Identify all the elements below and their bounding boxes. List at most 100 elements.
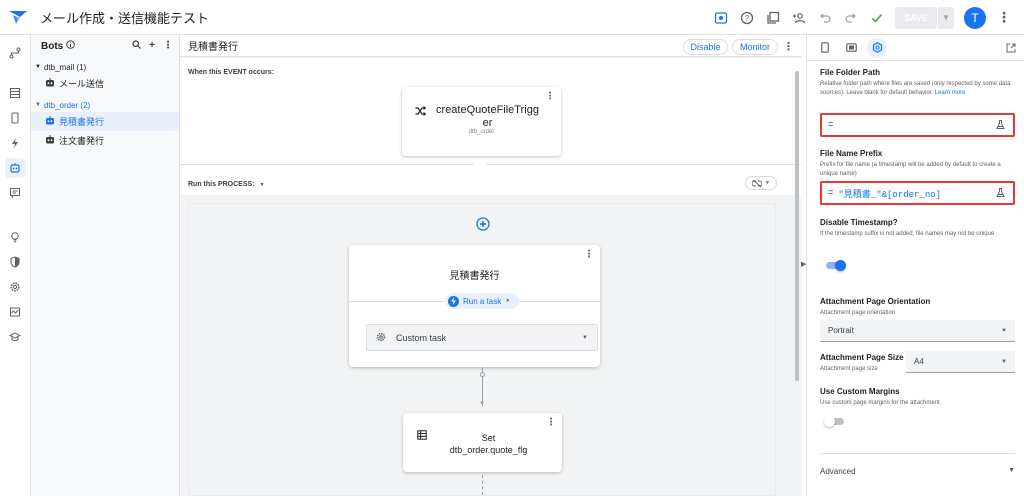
bots-header: Bots + ⋮ — [31, 35, 179, 57]
bot-label: 注文書発行 — [59, 136, 105, 146]
bot-label: メール送信 — [59, 79, 105, 89]
nav-security-icon[interactable] — [5, 252, 25, 272]
connector-arrow: ▼ — [479, 401, 485, 407]
info-icon[interactable] — [66, 40, 76, 52]
preview-icon[interactable] — [709, 6, 733, 30]
redo-icon[interactable] — [839, 6, 863, 30]
appsheet-logo[interactable] — [0, 9, 36, 25]
event-label: When this EVENT occurs: — [188, 69, 274, 76]
bot-canvas: 見積書発行 Disable Monitor ⋮ When this EVENT … — [180, 35, 801, 496]
run-task-label: Run a task — [463, 296, 502, 306]
connector-dot — [480, 372, 485, 377]
bot-item-quote[interactable]: 見積書発行 — [31, 112, 179, 131]
tab-tablet-icon[interactable] — [841, 38, 861, 58]
left-nav — [0, 35, 31, 496]
nav-learn-icon[interactable] — [5, 327, 25, 347]
share-user-icon[interactable] — [787, 6, 811, 30]
add-step-icon[interactable] — [476, 217, 490, 234]
task-select[interactable]: Custom task ▼ — [366, 324, 598, 351]
help-icon[interactable]: ? — [735, 6, 759, 30]
link-off-toggle[interactable]: ▼ — [745, 176, 777, 190]
group-label: dtb_order (2) — [43, 100, 91, 110]
step-set-line1: Set — [481, 433, 496, 443]
margins-toggle[interactable] — [824, 415, 846, 427]
size-dropdown-icon: ▼ — [1001, 358, 1007, 365]
nav-data-icon[interactable] — [5, 83, 25, 103]
nav-views-icon[interactable] — [5, 108, 25, 128]
group-label: dtb_mail (1) — [43, 62, 87, 72]
folder-path-desc-text: Relative folder path where files are sav… — [820, 81, 1011, 96]
top-bar: メール作成・送信機能テスト ? SAVE ▼ T ⋮ — [0, 0, 1024, 35]
nav-intelligence-icon[interactable] — [5, 227, 25, 247]
open-external-icon[interactable] — [1006, 43, 1016, 56]
timestamp-title: Disable Timestamp? — [820, 218, 898, 227]
advanced-divider — [820, 453, 1015, 454]
prefix-input[interactable]: = "見積書_"&[order_no] — [820, 181, 1015, 205]
group-dtb-order[interactable]: ▼ dtb_order (2) — [31, 98, 179, 112]
monitor-button[interactable]: Monitor — [732, 39, 778, 55]
task-dropdown-icon: ▼ — [582, 334, 588, 341]
bots-title: Bots — [41, 40, 64, 52]
step-set-card[interactable]: ⋮ Set dtb_order.quote_flg — [403, 413, 562, 472]
advanced-label: Advanced — [820, 467, 856, 476]
canvas-scrollbar[interactable] — [795, 71, 799, 381]
save-button[interactable]: SAVE — [895, 6, 937, 29]
bot-icon — [45, 78, 55, 89]
bot-icon — [45, 116, 55, 127]
add-bot-icon[interactable]: + — [149, 40, 155, 52]
shuffle-icon — [415, 106, 427, 119]
expression-flask-icon[interactable] — [996, 120, 1005, 132]
learn-more-link[interactable]: Learn more — [935, 90, 966, 96]
gear-icon — [376, 332, 386, 344]
event-table: dtb_order — [468, 129, 495, 135]
step-more-icon[interactable]: ⋮ — [584, 249, 594, 260]
tab-mobile-icon[interactable] — [815, 38, 835, 58]
advanced-section[interactable]: Advanced ▼ — [820, 467, 1015, 481]
run-task-badge[interactable]: Run a task ▼ — [445, 293, 519, 309]
step-task-card[interactable]: ⋮ 見積書発行 Run a task ▼ Custom task ▼ — [349, 245, 600, 367]
more-vert-icon[interactable]: ⋮ — [992, 6, 1016, 30]
bot-item-order[interactable]: 注文書発行 — [31, 131, 179, 150]
process-bar: Run this PROCESS: ▼ ▼ — [180, 165, 801, 195]
group-dtb-mail[interactable]: ▼ dtb_mail (1) — [31, 60, 179, 74]
avatar[interactable]: T — [964, 6, 986, 29]
app-title: メール作成・送信機能テスト — [40, 10, 210, 26]
step-set-more-icon[interactable]: ⋮ — [546, 417, 556, 428]
expression-flask-icon[interactable] — [996, 188, 1005, 200]
orientation-value: Portrait — [828, 326, 854, 335]
canvas-more-icon[interactable]: ⋮ — [783, 40, 794, 53]
process-label-text: Run this PROCESS: — [188, 181, 255, 188]
nav-automation-icon[interactable] — [5, 158, 25, 178]
size-value: A4 — [914, 357, 924, 366]
event-more-icon[interactable]: ⋮ — [545, 91, 555, 102]
svg-text:?: ? — [745, 14, 750, 23]
size-title: Attachment Page Size — [820, 353, 904, 362]
event-card[interactable]: ⋮ createQuoteFileTrigg er dtb_order — [402, 87, 561, 156]
folder-path-title: File Folder Path — [820, 68, 881, 77]
process-label[interactable]: Run this PROCESS: ▼ — [188, 181, 264, 188]
nav-monitor-icon[interactable] — [5, 302, 25, 322]
orientation-dropdown-icon: ▼ — [1001, 327, 1007, 334]
search-icon[interactable] — [132, 40, 142, 52]
timestamp-toggle[interactable] — [824, 259, 846, 271]
save-dropdown-icon[interactable]: ▼ — [938, 6, 954, 29]
orientation-select[interactable]: Portrait ▼ — [820, 320, 1015, 342]
nav-actions-icon[interactable] — [5, 133, 25, 153]
tab-settings-icon[interactable] — [867, 37, 887, 58]
size-select[interactable]: A4 ▼ — [906, 351, 1015, 373]
nav-chat-icon[interactable] — [5, 183, 25, 203]
copy-app-icon[interactable] — [761, 6, 785, 30]
prefix-desc: Prefix for file name (a timestamp will b… — [820, 162, 1001, 177]
bot-item-mail[interactable]: メール送信 — [31, 74, 179, 93]
process-area: ⋮ 見積書発行 Run a task ▼ Custom task ▼ ▼ ⋮ S… — [188, 203, 776, 496]
folder-path-input[interactable]: = — [820, 113, 1015, 137]
orientation-title: Attachment Page Orientation — [820, 297, 931, 306]
nav-workflow-icon[interactable] — [5, 43, 25, 63]
undo-icon[interactable] — [813, 6, 837, 30]
folder-path-desc: Relative folder path where files are sav… — [820, 80, 1015, 98]
disable-button[interactable]: Disable — [683, 39, 728, 55]
nav-settings-icon[interactable] — [5, 277, 25, 297]
bots-more-icon[interactable]: ⋮ — [163, 40, 173, 52]
event-name: createQuoteFileTrigg er — [430, 104, 545, 130]
bot-label: 見積書発行 — [59, 117, 105, 127]
